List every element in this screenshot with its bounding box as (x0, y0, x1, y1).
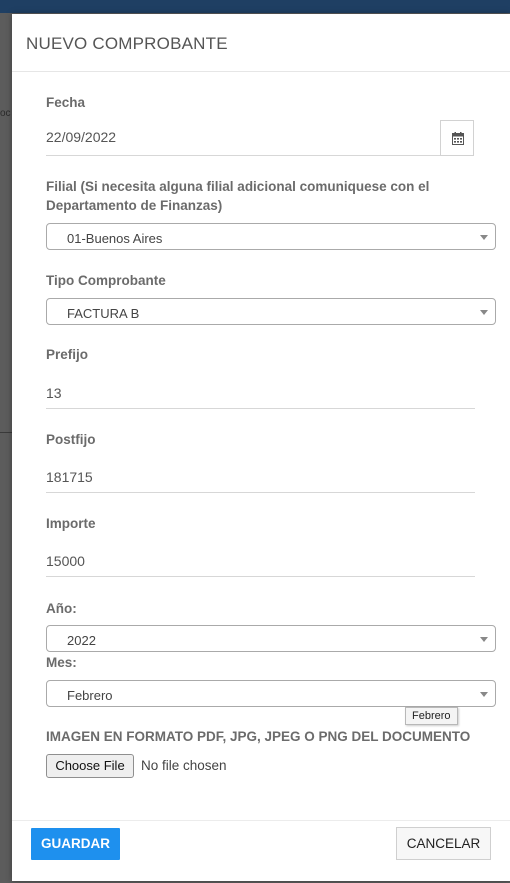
chevron-down-icon (480, 637, 488, 642)
choose-file-button[interactable]: Choose File (46, 754, 134, 778)
tipo-comprobante-value: FACTURA B (67, 306, 140, 321)
guardar-button[interactable]: GUARDAR (31, 828, 120, 860)
calendar-icon (452, 132, 464, 145)
postfijo-input[interactable]: 181715 (46, 462, 475, 493)
filial-label: Filial (Si necesita alguna filial adicio… (46, 179, 430, 213)
postfijo-value: 181715 (46, 469, 93, 485)
mes-value: Febrero (67, 688, 113, 703)
modal-title: NUEVO COMPROBANTE (26, 34, 228, 53)
modal-footer: GUARDAR CANCELAR (12, 820, 510, 882)
prefijo-label: Prefijo (46, 347, 89, 362)
tipo-comprobante-select[interactable]: FACTURA B (46, 298, 496, 325)
importe-value: 15000 (46, 553, 85, 569)
modal-header: NUEVO COMPROBANTE (12, 14, 510, 72)
calendar-button[interactable] (440, 120, 474, 156)
fecha-value: 22/09/2022 (46, 129, 117, 145)
file-status: No file chosen (141, 758, 227, 773)
tipo-comprobante-label: Tipo Comprobante (46, 273, 166, 288)
importe-label: Importe (46, 516, 96, 531)
background-text: oc (0, 108, 11, 119)
app-header-strip (0, 0, 510, 13)
nuevo-comprobante-modal: NUEVO COMPROBANTE Fecha 22/09/2022 Filia… (12, 14, 510, 881)
prefijo-input[interactable]: 13 (46, 378, 475, 409)
postfijo-label: Postfijo (46, 432, 96, 447)
fecha-input[interactable]: 22/09/2022 (46, 120, 440, 156)
fecha-field: 22/09/2022 (46, 120, 475, 156)
fecha-label: Fecha (46, 95, 86, 110)
cancelar-button[interactable]: CANCELAR (396, 827, 491, 860)
anio-label: Año: (46, 601, 77, 616)
anio-value: 2022 (67, 633, 96, 648)
importe-input[interactable]: 15000 (46, 546, 475, 577)
mes-tooltip: Febrero (405, 707, 458, 725)
chevron-down-icon (480, 310, 488, 315)
prefijo-value: 13 (46, 385, 62, 401)
imagen-label: IMAGEN EN FORMATO PDF, JPG, JPEG O PNG D… (46, 729, 471, 744)
filial-value: 01-Buenos Aires (67, 231, 163, 246)
mes-select[interactable]: Febrero (46, 680, 496, 707)
anio-select[interactable]: 2022 (46, 625, 496, 652)
mes-label: Mes: (46, 655, 77, 670)
filial-select[interactable]: 01-Buenos Aires (46, 223, 496, 250)
chevron-down-icon (480, 692, 488, 697)
background-divider (0, 432, 12, 433)
chevron-down-icon (480, 235, 488, 240)
